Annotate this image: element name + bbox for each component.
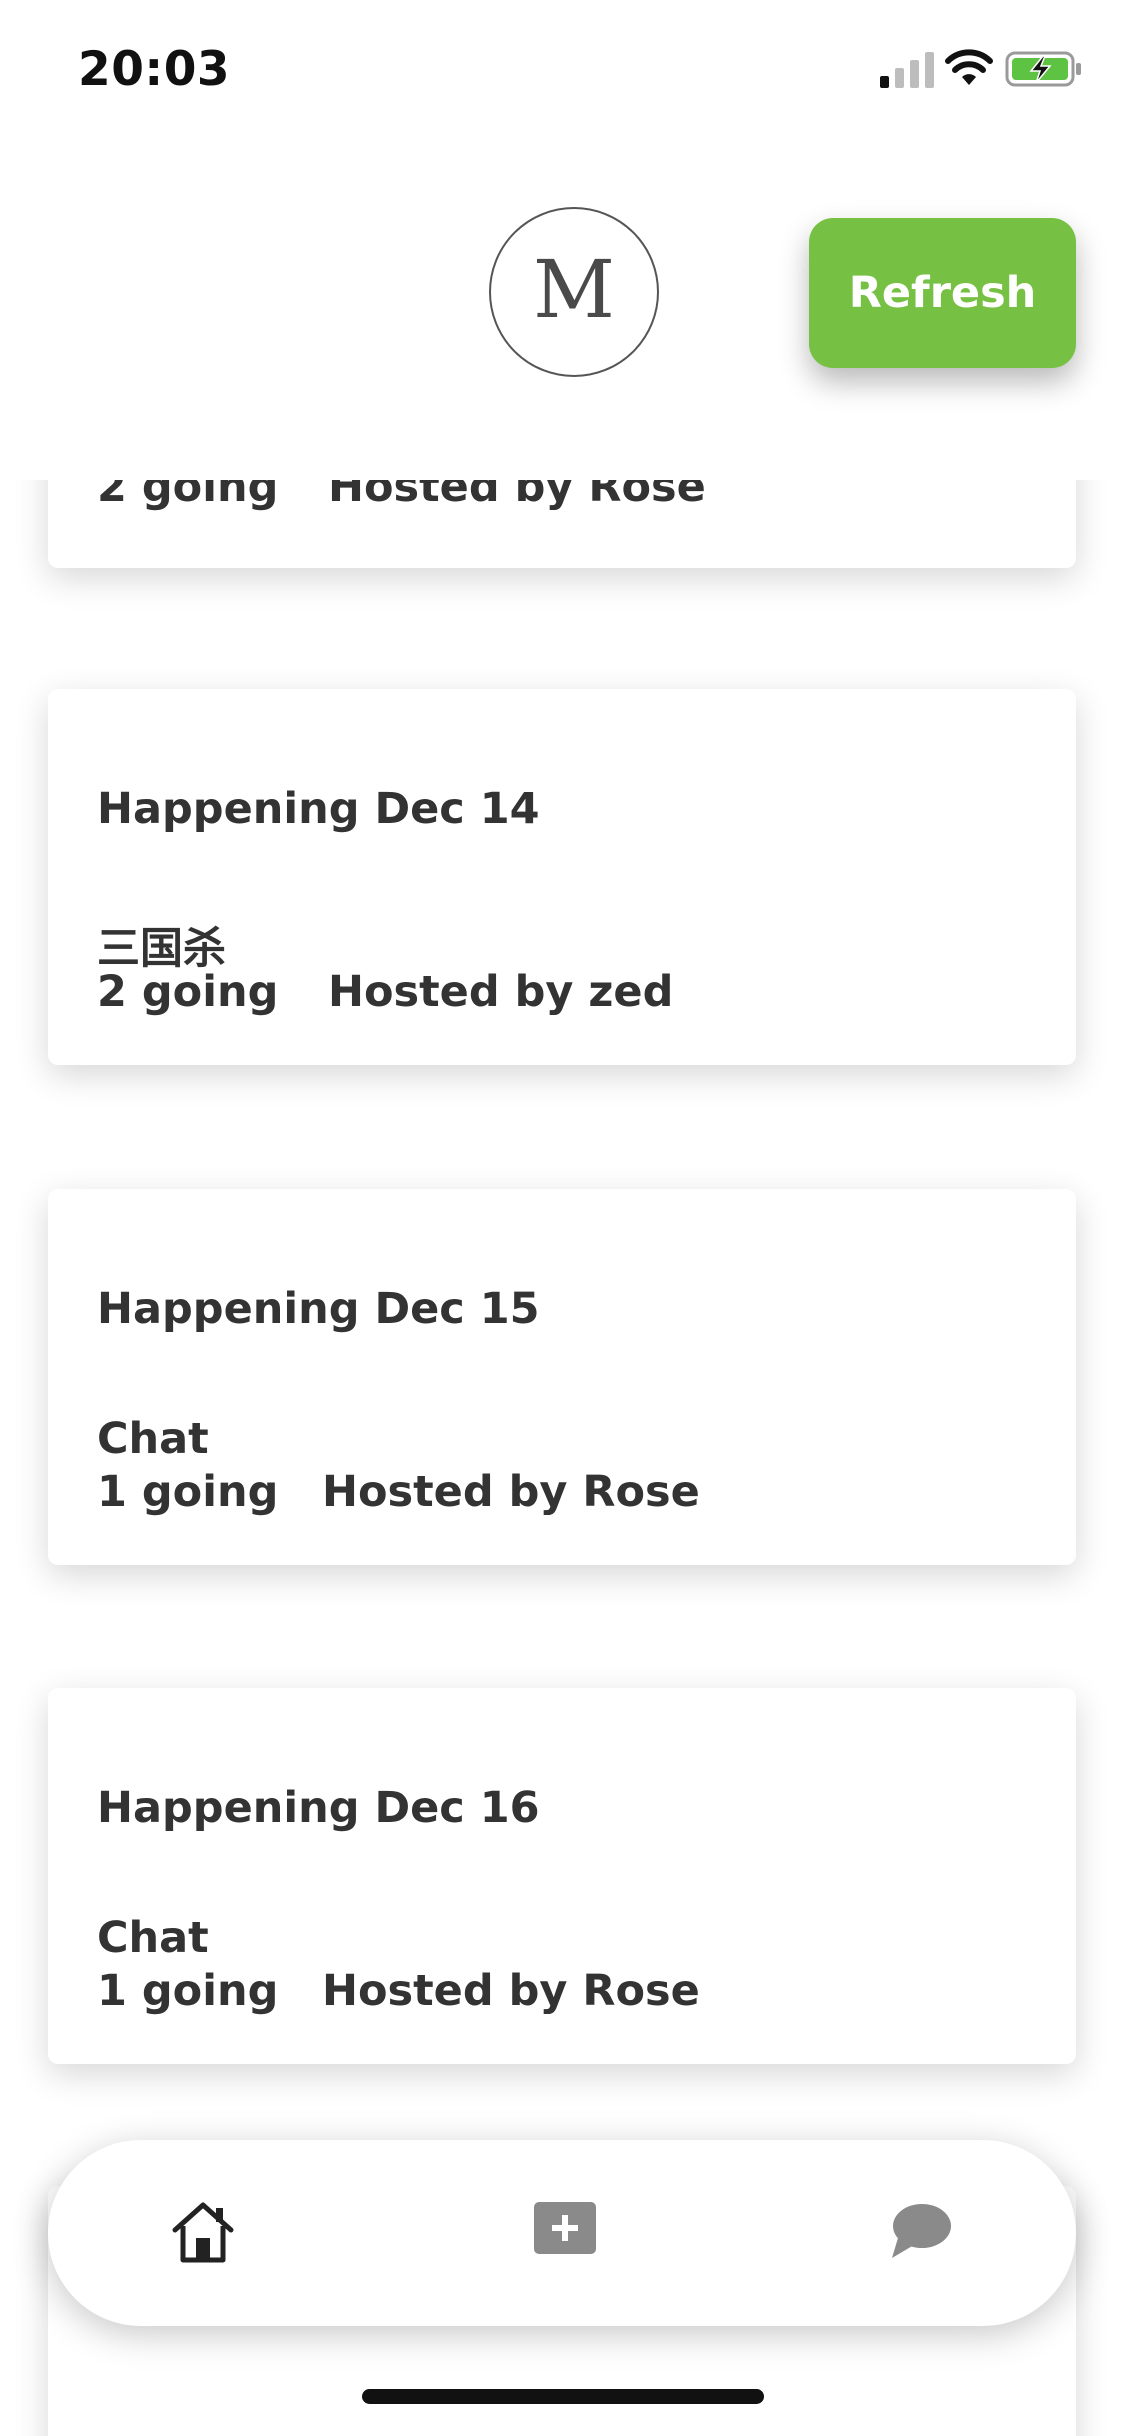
chat-icon[interactable]: [888, 2202, 952, 2260]
add-event-icon[interactable]: [534, 2202, 596, 2254]
event-host: Hosted by zed: [328, 967, 674, 1017]
event-host: Hosted by Rose: [322, 1467, 700, 1517]
home-icon[interactable]: [170, 2200, 236, 2264]
event-title: Chat: [97, 1414, 209, 1464]
app-logo: M: [489, 207, 659, 377]
bottom-nav: [48, 2140, 1076, 2326]
status-bar: 20:03: [0, 0, 1125, 135]
event-date: Happening Dec 15: [97, 1284, 540, 1334]
battery-charging-icon: [1005, 51, 1081, 87]
event-card[interactable]: Happening Dec 16 Chat 1 going Hosted by …: [48, 1688, 1076, 2064]
app-screen: 20:03 M Refresh 2 going Hosted by Rose H…: [0, 0, 1125, 2436]
event-title: Chat: [97, 1913, 209, 1963]
event-host: Hosted by Rose: [322, 1966, 700, 2016]
wifi-icon: [945, 49, 993, 85]
event-going-count: 2 going: [97, 967, 279, 1017]
status-time: 20:03: [78, 42, 231, 97]
home-indicator: [362, 2389, 764, 2404]
event-going-count: 1 going: [97, 1467, 279, 1517]
logo-letter: M: [533, 243, 615, 336]
event-going-count: 1 going: [97, 1966, 279, 2016]
event-card[interactable]: Happening Dec 15 Chat 1 going Hosted by …: [48, 1189, 1076, 1565]
event-card[interactable]: Happening Dec 14 三国杀 2 going Hosted by z…: [48, 689, 1076, 1065]
cellular-signal-icon: [880, 52, 934, 88]
app-header: M Refresh: [0, 135, 1125, 480]
refresh-button[interactable]: Refresh: [809, 218, 1076, 368]
event-date: Happening Dec 14: [97, 784, 540, 834]
event-date: Happening Dec 16: [97, 1783, 540, 1833]
